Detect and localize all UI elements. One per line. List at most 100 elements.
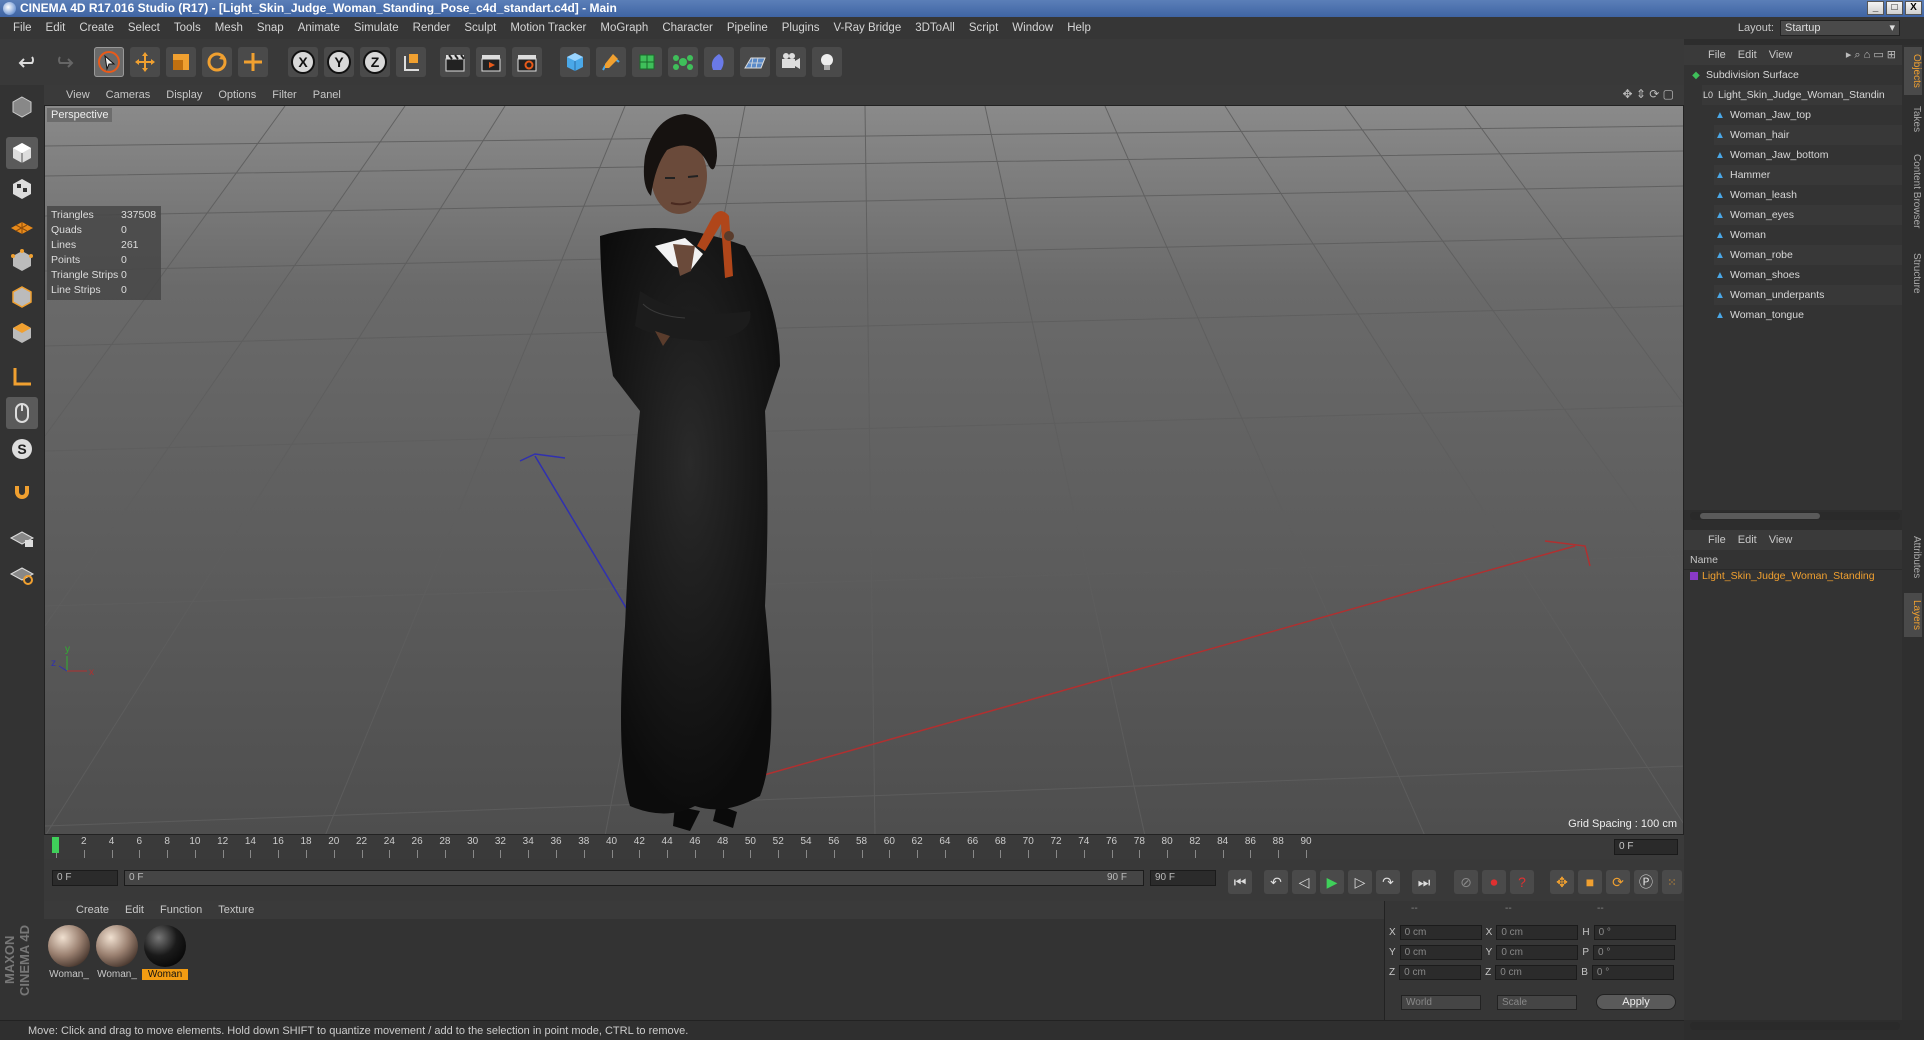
menu-sculpt[interactable]: Sculpt [457, 22, 503, 34]
menu-vray-bridge[interactable]: V-Ray Bridge [826, 22, 908, 34]
size-y-field[interactable]: 0 cm [1496, 945, 1579, 960]
size-mode-dropdown[interactable]: Scale [1497, 995, 1577, 1010]
object-row[interactable]: ▲ Woman_tongue [1714, 305, 1924, 325]
viewport-camera-label[interactable]: Perspective [47, 108, 113, 122]
position-y-field[interactable]: 0 cm [1399, 945, 1482, 960]
prev-frame-button[interactable]: ◁ [1292, 870, 1316, 894]
layer-menu-file[interactable]: File [1702, 534, 1732, 546]
material-swatch[interactable]: Woman_ [46, 925, 92, 985]
scale-tool-button[interactable] [166, 47, 196, 77]
object-row[interactable]: L0 Light_Skin_Judge_Woman_Standin [1702, 85, 1912, 105]
menu-edit[interactable]: Edit [39, 22, 73, 34]
object-row[interactable]: ▲ Woman_eyes [1714, 205, 1924, 225]
layer-manager-scrollbar[interactable] [1690, 1022, 1900, 1030]
3d-viewport[interactable]: y x z Perspective Triangles 337508 Quads 0… [44, 105, 1684, 835]
menu-3dtoall[interactable]: 3DToAll [908, 22, 962, 34]
rotate-tool-button[interactable] [202, 47, 232, 77]
menu-animate[interactable]: Animate [291, 22, 347, 34]
prev-keyframe-button[interactable]: ↶ [1264, 870, 1288, 894]
goto-end-button[interactable]: ⏭ [1412, 870, 1436, 894]
planar-workplane-button[interactable] [6, 557, 38, 589]
z-axis-lock-button[interactable]: Z [360, 47, 390, 77]
render-to-picture-viewer-button[interactable] [476, 47, 506, 77]
live-selection-button[interactable] [94, 47, 124, 77]
preview-range-slider[interactable]: 0 F 90 F [124, 870, 1144, 886]
recent-tool-button[interactable] [238, 47, 268, 77]
rotation-p-field[interactable]: 0 ° [1593, 945, 1676, 960]
menu-file[interactable]: File [6, 22, 39, 34]
viewport-menu-panel[interactable]: Panel [305, 89, 349, 101]
playhead-marker[interactable] [52, 837, 59, 853]
menu-tools[interactable]: Tools [167, 22, 208, 34]
layer-menu-edit[interactable]: Edit [1732, 534, 1763, 546]
object-row[interactable]: ▲ Woman_shoes [1714, 265, 1924, 285]
layer-row[interactable]: Light_Skin_Judge_Woman_Standing [1690, 570, 1875, 582]
menu-snap[interactable]: Snap [250, 22, 291, 34]
play-button[interactable]: ▶ [1320, 870, 1344, 894]
size-x-field[interactable]: 0 cm [1496, 925, 1579, 940]
layer-menu-view[interactable]: View [1763, 534, 1799, 546]
undo-button[interactable] [14, 47, 44, 77]
autokey-button[interactable]: ⏺ [1482, 870, 1506, 894]
tab-attributes[interactable]: Attributes [1904, 525, 1922, 589]
texture-mode-button[interactable] [6, 173, 38, 205]
record-keys-button[interactable]: ⊘ [1454, 870, 1478, 894]
rotation-b-field[interactable]: 0 ° [1591, 965, 1674, 980]
object-row[interactable]: ▲ Woman_hair [1714, 125, 1924, 145]
rotation-h-field[interactable]: 0 ° [1593, 925, 1676, 940]
material-menu-create[interactable]: Create [68, 904, 117, 916]
add-mograph-cloner-button[interactable] [668, 47, 698, 77]
viewport-menu-view[interactable]: View [58, 89, 98, 101]
model-mode-button[interactable] [6, 137, 38, 169]
viewport-nav-icons[interactable]: ✥ ⇕ ⟳ ▢ [1622, 87, 1674, 101]
add-deformer-button[interactable] [704, 47, 734, 77]
tab-structure[interactable]: Structure [1904, 243, 1922, 303]
start-frame-field[interactable]: 0 F [52, 870, 118, 886]
snap-button[interactable] [6, 477, 38, 509]
render-settings-button[interactable] [512, 47, 542, 77]
material-swatch[interactable]: Woman_ [94, 925, 140, 985]
object-row[interactable]: ▲ Woman_Jaw_bottom [1714, 145, 1924, 165]
viewport-menu-display[interactable]: Display [158, 89, 210, 101]
tab-content-browser[interactable]: Content Browser [1904, 143, 1922, 239]
position-z-field[interactable]: 0 cm [1399, 965, 1482, 980]
maximize-button[interactable]: □ [1886, 1, 1903, 15]
edges-mode-button[interactable] [6, 281, 38, 313]
end-frame-field[interactable]: 90 F [1150, 870, 1216, 886]
size-z-field[interactable]: 0 cm [1495, 965, 1578, 980]
menu-motion-tracker[interactable]: Motion Tracker [503, 22, 593, 34]
material-swatch-selected[interactable]: Woman [142, 925, 188, 985]
redo-button[interactable] [48, 47, 78, 77]
keyframe-selection-button[interactable]: ? [1510, 870, 1534, 894]
coordinate-system-button[interactable] [396, 47, 426, 77]
key-pla-button[interactable]: ⁙ [1662, 870, 1682, 894]
menu-window[interactable]: Window [1005, 22, 1060, 34]
menu-script[interactable]: Script [962, 22, 1005, 34]
viewport-scene[interactable]: y x z [45, 106, 1684, 835]
material-menu-texture[interactable]: Texture [210, 904, 262, 916]
material-menu-edit[interactable]: Edit [117, 904, 152, 916]
next-keyframe-button[interactable]: ↷ [1376, 870, 1400, 894]
tab-takes[interactable]: Takes [1904, 99, 1922, 139]
solo-button[interactable]: S [6, 433, 38, 465]
minimize-button[interactable]: _ [1867, 1, 1884, 15]
object-manager-scrollbar[interactable] [1690, 512, 1900, 520]
add-cube-button[interactable] [560, 47, 590, 77]
menu-pipeline[interactable]: Pipeline [720, 22, 775, 34]
object-menu-edit[interactable]: Edit [1732, 49, 1763, 61]
next-frame-button[interactable]: ▷ [1348, 870, 1372, 894]
viewport-menu-options[interactable]: Options [210, 89, 264, 101]
apply-button[interactable]: Apply [1596, 994, 1676, 1010]
add-subdivision-surface-button[interactable] [632, 47, 662, 77]
tab-objects[interactable]: Objects [1904, 47, 1922, 95]
points-mode-button[interactable] [6, 245, 38, 277]
position-x-field[interactable]: 0 cm [1399, 925, 1482, 940]
y-axis-lock-button[interactable]: Y [324, 47, 354, 77]
key-position-button[interactable]: ✥ [1550, 870, 1574, 894]
menu-mograph[interactable]: MoGraph [593, 22, 655, 34]
x-axis-lock-button[interactable]: X [288, 47, 318, 77]
render-view-button[interactable] [440, 47, 470, 77]
object-row[interactable]: ◆ Subdivision Surface [1690, 65, 1900, 85]
move-tool-button[interactable] [130, 47, 160, 77]
close-button[interactable]: X [1905, 1, 1922, 15]
